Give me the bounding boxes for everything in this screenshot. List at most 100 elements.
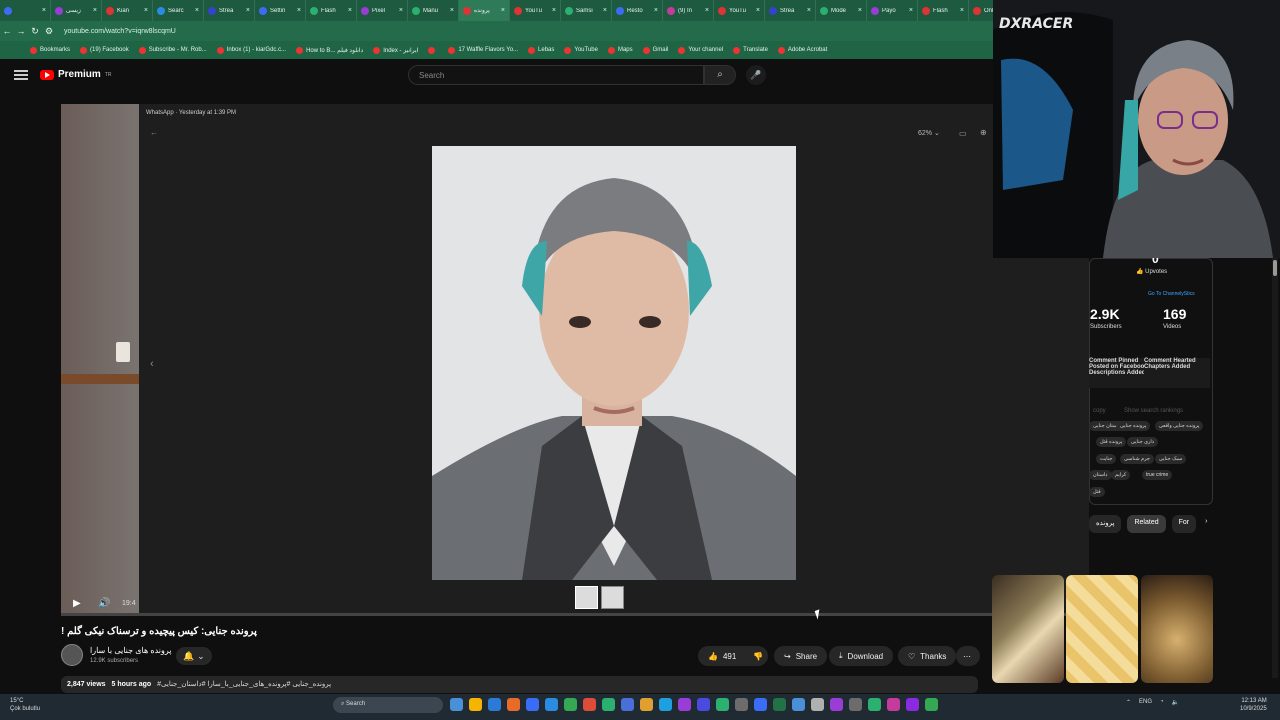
thanks-button[interactable]: ♡ Thanks	[898, 646, 957, 666]
close-tab-icon[interactable]: ×	[756, 7, 760, 14]
weather-widget[interactable]: 15°C Çok bulutlu	[10, 697, 40, 713]
browser-tab[interactable]: Settin ×	[255, 0, 306, 21]
channel-avatar[interactable]	[61, 644, 83, 666]
close-tab-icon[interactable]: ×	[858, 7, 862, 14]
scrollbar[interactable]	[1272, 258, 1278, 678]
close-tab-icon[interactable]: ×	[960, 7, 964, 14]
lang-indicator[interactable]: ENG	[1139, 699, 1152, 706]
menu-icon[interactable]	[14, 70, 28, 80]
taskbar-app-icon[interactable]	[659, 698, 672, 711]
browser-tab[interactable]: Mode ×	[816, 0, 867, 21]
copy-label[interactable]: copy	[1093, 408, 1106, 414]
close-tab-icon[interactable]: ×	[450, 7, 454, 14]
taskbar-app-icon[interactable]	[830, 698, 843, 711]
search-button[interactable]: ⌕	[704, 65, 736, 85]
bookmark-item[interactable]: Lebas	[528, 46, 554, 54]
hashtags[interactable]: #پرونده_جنایی #پرونده_های_جنایی_با_سارا …	[157, 681, 331, 688]
thumbs-down-icon[interactable]: 👎	[753, 652, 763, 661]
close-tab-icon[interactable]: ×	[399, 7, 403, 14]
back-arrow-icon[interactable]: ←	[150, 128, 158, 137]
keyword-tag[interactable]: true crime	[1142, 470, 1173, 480]
bookmark-item[interactable]: Subscribe - Mr. Rob...	[138, 46, 207, 54]
taskbar-app-icon[interactable]	[488, 698, 501, 711]
browser-tab[interactable]: YouTu ×	[510, 0, 561, 21]
keyword-tag[interactable]: جرم شناسی	[1120, 454, 1154, 464]
bookmark-item[interactable]: (19) Facebook	[80, 46, 129, 54]
taskbar-app-icon[interactable]	[773, 698, 786, 711]
scrollbar-thumb[interactable]	[1273, 260, 1277, 276]
rankings-label[interactable]: Show search rankings	[1124, 408, 1183, 414]
bookmark-item[interactable]: Your channel	[678, 46, 723, 54]
browser-tab[interactable]: Resto ×	[612, 0, 663, 21]
close-tab-icon[interactable]: ×	[348, 7, 352, 14]
taskbar-app-icon[interactable]	[469, 698, 482, 711]
back-icon[interactable]: ←	[0, 26, 14, 36]
close-tab-icon[interactable]: ×	[42, 7, 46, 14]
video-thumbnail[interactable]	[1066, 575, 1138, 683]
taskbar-app-icon[interactable]	[526, 698, 539, 711]
taskbar-app-icon[interactable]	[849, 698, 862, 711]
browser-tab[interactable]: Manu ×	[408, 0, 459, 21]
browser-tab[interactable]: Strea ×	[765, 0, 816, 21]
keyword-tag[interactable]: سبک جنایی	[1155, 454, 1187, 464]
browser-tab[interactable]: Flash ×	[918, 0, 969, 21]
url-field[interactable]: youtube.com/watch?v=iqrw8lscqmU	[64, 28, 176, 35]
reload-icon[interactable]: ↻	[28, 26, 42, 37]
taskbar-app-icon[interactable]	[735, 698, 748, 711]
previous-image-icon[interactable]: ‹	[150, 358, 154, 370]
bookmark-item[interactable]: Gmail	[642, 46, 668, 54]
taskbar-app-icon[interactable]	[811, 698, 824, 711]
taskbar-app-icon[interactable]	[602, 698, 615, 711]
browser-tab[interactable]: Pixel ×	[357, 0, 408, 21]
bookmark-item[interactable]: Bookmarks	[30, 46, 70, 54]
close-tab-icon[interactable]: ×	[297, 7, 301, 14]
browser-tab[interactable]: Strea ×	[204, 0, 255, 21]
browser-tab[interactable]: Searc ×	[153, 0, 204, 21]
keyword-tag[interactable]: ذاری جنایی	[1127, 437, 1159, 447]
more-actions-button[interactable]: ⋯	[956, 646, 980, 666]
taskbar-app-icon[interactable]	[906, 698, 919, 711]
taskbar-app-icon[interactable]	[887, 698, 900, 711]
speaker-icon[interactable]: 🔈	[1172, 699, 1179, 706]
video-thumbnail[interactable]	[1141, 575, 1213, 683]
clock[interactable]: 12:13 AM 10/9/2025	[1240, 697, 1267, 713]
close-tab-icon[interactable]: ×	[705, 7, 709, 14]
taskbar-app-icon[interactable]	[621, 698, 634, 711]
bookmark-item[interactable]: Maps	[607, 46, 633, 54]
zoom-level[interactable]: 62% ⌄	[918, 129, 940, 137]
thumbnail-image[interactable]	[575, 586, 598, 609]
chip-channel[interactable]: پرونده	[1089, 515, 1122, 533]
taskbar-app-icon[interactable]	[507, 698, 520, 711]
keyword-tag[interactable]: کرایم	[1111, 470, 1131, 480]
bookmark-item[interactable]	[428, 46, 438, 54]
bookmark-item[interactable]: Adobe Acrobat	[777, 46, 827, 54]
keyword-tag[interactable]: جنایت	[1096, 454, 1117, 464]
taskbar-app-icon[interactable]	[868, 698, 881, 711]
system-tray[interactable]: ⌃ ENG ◔ 🔈	[1126, 699, 1179, 706]
thumbnail-image[interactable]	[601, 586, 624, 609]
bookmark-item[interactable]: Translate	[733, 46, 768, 54]
taskbar-app-icon[interactable]	[697, 698, 710, 711]
browser-tab[interactable]: Kian ×	[102, 0, 153, 21]
video-thumbnail[interactable]	[992, 575, 1064, 683]
close-tab-icon[interactable]: ×	[93, 7, 97, 14]
browser-tab[interactable]: Samsi ×	[561, 0, 612, 21]
browser-tab[interactable]: Payo ×	[867, 0, 918, 21]
browser-tab[interactable]: Onli×	[969, 0, 993, 21]
youtube-logo[interactable]: Premium TR	[40, 69, 111, 80]
close-tab-icon[interactable]: ×	[603, 7, 607, 14]
taskbar-app-icon[interactable]	[583, 698, 596, 711]
notification-bell-button[interactable]: 🔔 ⌄	[176, 647, 212, 665]
close-tab-icon[interactable]: ×	[195, 7, 199, 14]
chip-related[interactable]: Related	[1127, 515, 1166, 533]
taskbar-app-icon[interactable]	[925, 698, 938, 711]
close-tab-icon[interactable]: ×	[909, 7, 913, 14]
bookmark-item[interactable]: 17 Waffle Flavors Yo...	[448, 46, 518, 54]
share-button[interactable]: ↪ Share	[774, 646, 828, 666]
browser-tab[interactable]: ×	[0, 0, 51, 21]
close-tab-icon[interactable]: ×	[552, 7, 556, 14]
keyword-tag[interactable]: پرونده قتل	[1096, 437, 1127, 447]
description-box[interactable]: 2,847 views 5 hours ago #پرونده_جنایی #پ…	[61, 676, 978, 693]
browser-tab[interactable]: YouTu ×	[714, 0, 765, 21]
keyword-tag[interactable]: قتل	[1089, 487, 1105, 497]
